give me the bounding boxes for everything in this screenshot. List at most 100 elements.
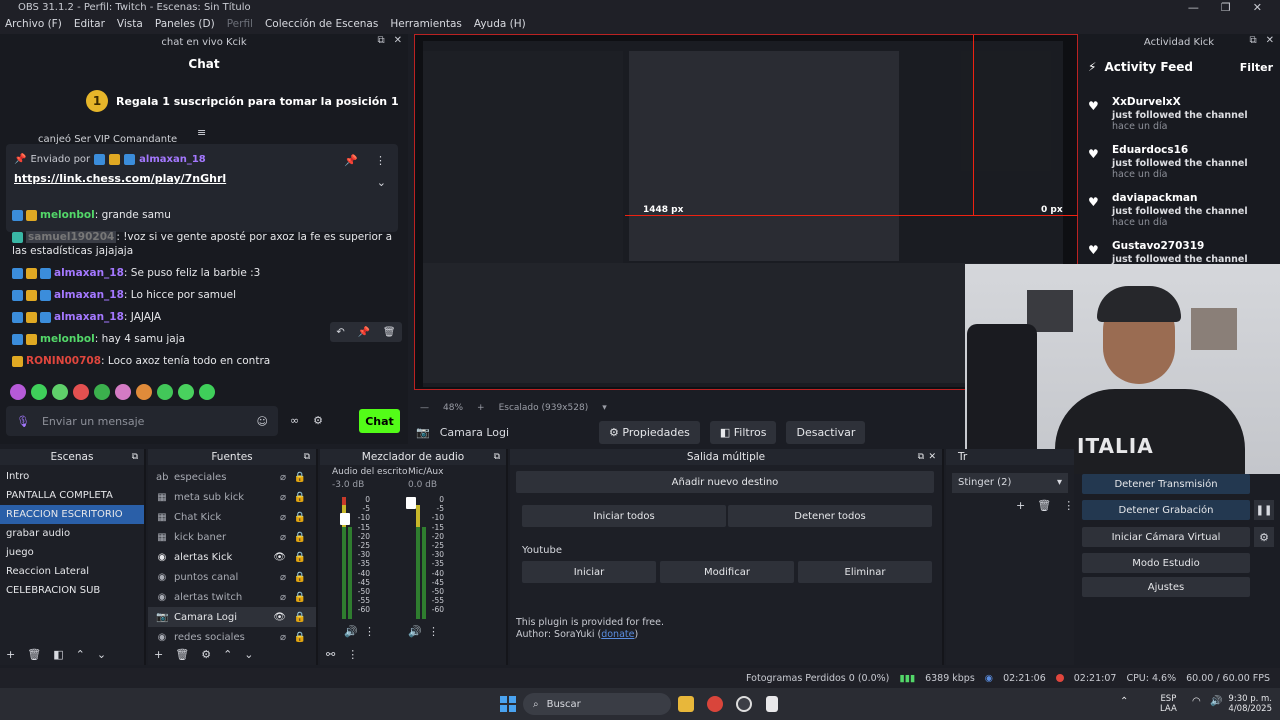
collapse-icon[interactable]: ≡ bbox=[197, 126, 206, 139]
stop-all-button[interactable]: Detener todos bbox=[728, 505, 932, 527]
scale-dropdown-icon[interactable]: ▾ bbox=[602, 403, 607, 413]
emote-icon[interactable] bbox=[178, 384, 194, 400]
emote-icon[interactable] bbox=[94, 384, 110, 400]
channel-menu-icon[interactable]: ⋮ bbox=[364, 625, 375, 638]
lock-icon[interactable]: 🔒 bbox=[294, 472, 306, 483]
chat-username[interactable]: melonbol bbox=[40, 333, 95, 345]
source-item[interactable]: ◉ redes sociales ⌀ 🔒 bbox=[148, 627, 316, 647]
float-icon[interactable]: ⧉ bbox=[377, 35, 384, 46]
menu-archivo[interactable]: Archivo (F) bbox=[5, 18, 62, 30]
float-icon[interactable]: ⧉ bbox=[304, 449, 310, 465]
dock-close-icon[interactable]: ✕ bbox=[394, 35, 402, 46]
scene-item[interactable]: grabar audio bbox=[0, 524, 144, 543]
link-icon[interactable]: ⚯ bbox=[326, 648, 335, 661]
tray-chevron-icon[interactable]: ⌃ bbox=[1120, 697, 1128, 707]
filter-button[interactable]: Filter bbox=[1240, 61, 1273, 74]
zoom-out-icon[interactable]: — bbox=[420, 403, 429, 413]
down-icon[interactable]: ⌄ bbox=[97, 648, 106, 661]
add-icon[interactable]: + bbox=[1016, 499, 1025, 512]
language-indicator[interactable]: ESP LAA bbox=[1160, 694, 1177, 714]
source-item[interactable]: ◉ alertas twitch ⌀ 🔒 bbox=[148, 587, 316, 607]
filters-button[interactable]: ◧ Filtros bbox=[709, 420, 777, 444]
source-item[interactable]: ◉ puntos canal ⌀ 🔒 bbox=[148, 567, 316, 587]
up-icon[interactable]: ⌃ bbox=[223, 648, 232, 661]
send-chat-button[interactable]: Chat bbox=[359, 409, 400, 433]
source-item[interactable]: ab especiales ⌀ 🔒 bbox=[148, 467, 316, 487]
wifi-icon[interactable]: ◠ bbox=[1192, 697, 1201, 707]
pin-icon[interactable]: 📌 bbox=[344, 154, 358, 167]
studio-mode-button[interactable]: Modo Estudio bbox=[1082, 553, 1250, 573]
document-icon[interactable] bbox=[766, 696, 778, 712]
follower-name[interactable]: Eduardocs16 bbox=[1112, 144, 1188, 156]
reply-icon[interactable]: ↶ bbox=[336, 327, 344, 338]
close-icon[interactable]: ✕ bbox=[928, 449, 936, 465]
donate-link[interactable]: donate bbox=[601, 629, 634, 640]
settings-button[interactable]: Ajustes bbox=[1082, 577, 1250, 597]
emote-icon[interactable] bbox=[199, 384, 215, 400]
close-icon[interactable]: ✕ bbox=[1253, 1, 1262, 14]
trash-icon[interactable]: 🗑 bbox=[27, 648, 41, 661]
more-icon[interactable]: ⋮ bbox=[1063, 499, 1074, 512]
volume-icon[interactable]: 🔊 bbox=[1210, 697, 1222, 707]
eye-off-icon[interactable]: ⌀ bbox=[280, 492, 286, 503]
lock-icon[interactable]: 🔒 bbox=[294, 492, 306, 503]
emote-icon[interactable] bbox=[157, 384, 173, 400]
chat-username[interactable]: almaxan_18 bbox=[54, 267, 124, 279]
emote-icon[interactable] bbox=[31, 384, 47, 400]
pause-icon[interactable]: ❚❚ bbox=[1254, 500, 1274, 520]
float-icon[interactable]: ⧉ bbox=[132, 449, 138, 465]
chat-username[interactable]: RONIN00708 bbox=[26, 355, 101, 367]
scene-item[interactable]: Reaccion Lateral bbox=[0, 562, 144, 581]
filter-icon[interactable]: ◧ bbox=[53, 648, 63, 661]
source-item[interactable]: 📷 Camara Logi 👁 🔒 bbox=[148, 607, 316, 627]
float-icon[interactable]: ⧉ bbox=[1249, 35, 1256, 46]
virtual-cam-button[interactable]: Iniciar Cámara Virtual bbox=[1082, 527, 1250, 547]
stop-record-button[interactable]: Detener Grabación bbox=[1082, 500, 1250, 520]
emoji-icon[interactable]: ☺ bbox=[257, 415, 268, 428]
add-icon[interactable]: + bbox=[6, 648, 15, 661]
delete-icon[interactable]: 🗑 bbox=[383, 327, 396, 338]
chat-username[interactable]: almaxan_18 bbox=[54, 311, 124, 323]
trash-icon[interactable]: 🗑 bbox=[1037, 499, 1051, 512]
chrome-icon[interactable] bbox=[707, 696, 723, 712]
scene-item[interactable]: PANTALLA COMPLETA bbox=[0, 486, 144, 505]
more-icon[interactable]: ⋮ bbox=[375, 154, 386, 167]
scene-item[interactable]: juego bbox=[0, 543, 144, 562]
virtual-cam-settings-icon[interactable]: ⚙ bbox=[1254, 527, 1274, 547]
menu-coleccion[interactable]: Colección de Escenas bbox=[265, 18, 378, 30]
menu-perfil[interactable]: Perfil bbox=[227, 18, 253, 30]
deactivate-button[interactable]: Desactivar bbox=[786, 420, 866, 444]
windows-start-icon[interactable] bbox=[500, 696, 516, 712]
obs-icon[interactable] bbox=[736, 696, 752, 712]
eye-off-icon[interactable]: ⌀ bbox=[280, 632, 286, 643]
start-button[interactable]: Iniciar bbox=[522, 561, 656, 583]
emote-icon[interactable] bbox=[10, 384, 26, 400]
source-item[interactable]: ▦ meta sub kick ⌀ 🔒 bbox=[148, 487, 316, 507]
pinned-sender[interactable]: almaxan_18 bbox=[139, 154, 206, 165]
float-icon[interactable]: ⧉ bbox=[918, 449, 924, 465]
eye-off-icon[interactable]: ⌀ bbox=[280, 592, 286, 603]
speaker-icon[interactable]: 🔊 bbox=[344, 625, 358, 638]
emote-icon[interactable] bbox=[136, 384, 152, 400]
scene-item[interactable]: CELEBRACION SUB bbox=[0, 581, 144, 600]
properties-button[interactable]: ⚙ Propiedades bbox=[599, 420, 700, 444]
menu-editar[interactable]: Editar bbox=[74, 18, 105, 30]
speaker-icon[interactable]: 🔊 bbox=[408, 625, 422, 638]
eye-icon[interactable]: 👁 bbox=[273, 612, 286, 623]
delete-button[interactable]: Eliminar bbox=[798, 561, 932, 583]
scene-item[interactable]: Intro bbox=[0, 467, 144, 486]
chat-username[interactable]: almaxan_18 bbox=[54, 289, 124, 301]
stop-stream-button[interactable]: Detener Transmisión bbox=[1082, 474, 1250, 494]
eye-off-icon[interactable]: ⌀ bbox=[280, 472, 286, 483]
gear-icon[interactable]: ⚙ bbox=[201, 648, 211, 661]
chat-input[interactable]: 🎙 Enviar un mensaje ☺ bbox=[6, 406, 278, 436]
float-icon[interactable]: ⧉ bbox=[494, 449, 500, 465]
up-icon[interactable]: ⌃ bbox=[76, 648, 85, 661]
lock-icon[interactable]: 🔒 bbox=[294, 632, 306, 643]
source-item[interactable]: ▦ Chat Kick ⌀ 🔒 bbox=[148, 507, 316, 527]
eye-off-icon[interactable]: ⌀ bbox=[280, 572, 286, 583]
start-all-button[interactable]: Iniciar todos bbox=[522, 505, 726, 527]
modify-button[interactable]: Modificar bbox=[660, 561, 794, 583]
channel-menu-icon[interactable]: ⋮ bbox=[428, 625, 439, 638]
follower-name[interactable]: XxDurvelxX bbox=[1112, 96, 1181, 108]
